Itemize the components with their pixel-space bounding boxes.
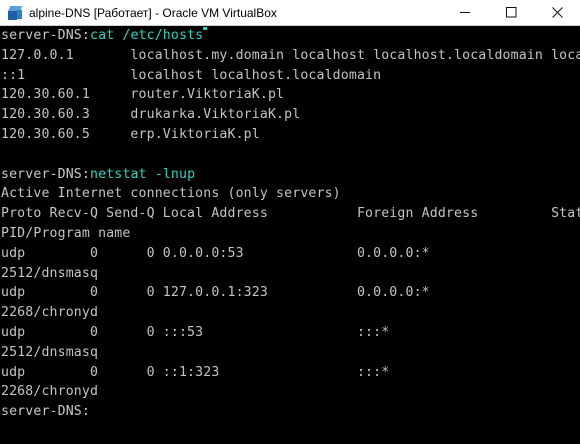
minimize-icon [459, 12, 470, 13]
terminal-output-line: udp 0 0 0.0.0.0:53 0.0.0.0:* [1, 244, 580, 264]
output-text: 2512/dnsmasq [1, 265, 99, 281]
output-text: 120.30.60.3 drukarka.ViktoriaK.pl [1, 107, 301, 123]
close-button[interactable] [534, 0, 580, 25]
shell-command: netstat -lnup [90, 166, 196, 182]
terminal-console[interactable]: server-DNS:cat /etc/hosts 127.0.0.1 local… [0, 26, 580, 444]
output-text: 2512/dnsmasq [1, 344, 99, 360]
output-text: udp 0 0 ::1:323 :::* [1, 364, 390, 380]
output-text: Proto Recv-Q Send-Q Local Address Foreig… [1, 206, 580, 222]
terminal-output-line: 127.0.0.1 localhost.my.domain localhost … [1, 46, 580, 66]
terminal-output-line: Proto Recv-Q Send-Q Local Address Foreig… [1, 204, 580, 224]
terminal-prompt-line: server-DNS:netstat -lnup [1, 165, 580, 185]
terminal-output-line: 120.30.60.5 erp.ViktoriaK.pl [1, 125, 580, 145]
output-text: udp 0 0 0.0.0.0:53 0.0.0.0:* [1, 245, 430, 261]
text-cursor [203, 27, 208, 30]
maximize-button[interactable] [488, 0, 534, 25]
output-text: ::1 localhost localhost.localdomain [1, 67, 382, 83]
output-text: 120.30.60.5 erp.ViktoriaK.pl [1, 126, 260, 142]
terminal-output-line: 120.30.60.1 router.ViktoriaK.pl [1, 85, 580, 105]
output-text: udp 0 0 :::53 :::* [1, 324, 390, 340]
shell-prompt: server-DNS: [1, 166, 90, 182]
output-text: 127.0.0.1 localhost.my.domain localhost … [1, 47, 580, 63]
window-title: alpine-DNS [Работает] - Oracle VM Virtua… [29, 5, 277, 20]
shell-command: cat /etc/hosts [90, 28, 204, 43]
minimize-button[interactable] [442, 0, 488, 25]
terminal-output-line: udp 0 0 ::1:323 :::* [1, 363, 580, 383]
terminal-output-line: udp 0 0 127.0.0.1:323 0.0.0.0:* [1, 283, 580, 303]
output-text: 120.30.60.1 router.ViktoriaK.pl [1, 87, 285, 103]
terminal-output-line: ::1 localhost localhost.localdomain [1, 66, 580, 86]
terminal-output-line: 2268/chronyd [1, 382, 580, 402]
terminal-output-line: 2512/dnsmasq [1, 264, 580, 284]
output-text: 2268/chronyd [1, 305, 99, 321]
maximize-icon [505, 7, 516, 18]
output-text: 2268/chronyd [1, 384, 99, 400]
terminal-prompt-line: server-DNS: [1, 402, 580, 422]
terminal-output-line: Active Internet connections (only server… [1, 184, 580, 204]
shell-prompt: server-DNS: [1, 28, 90, 43]
terminal-prompt-line: server-DNS:cat /etc/hosts [1, 26, 580, 46]
output-text: PID/Program name [1, 225, 131, 241]
terminal-output-line: 2512/dnsmasq [1, 343, 580, 363]
shell-prompt: server-DNS: [1, 404, 90, 420]
terminal-output-line: udp 0 0 :::53 :::* [1, 323, 580, 343]
terminal-output-line: 120.30.60.3 drukarka.ViktoriaK.pl [1, 105, 580, 125]
output-text: Active Internet connections (only server… [1, 186, 341, 202]
terminal-output-line: PID/Program name [1, 224, 580, 244]
window-titlebar[interactable]: alpine-DNS [Работает] - Oracle VM Virtua… [0, 0, 580, 26]
virtualbox-icon [7, 5, 23, 21]
terminal-output-line: 2268/chronyd [1, 303, 580, 323]
output-text: udp 0 0 127.0.0.1:323 0.0.0.0:* [1, 285, 430, 301]
close-icon [551, 7, 563, 18]
